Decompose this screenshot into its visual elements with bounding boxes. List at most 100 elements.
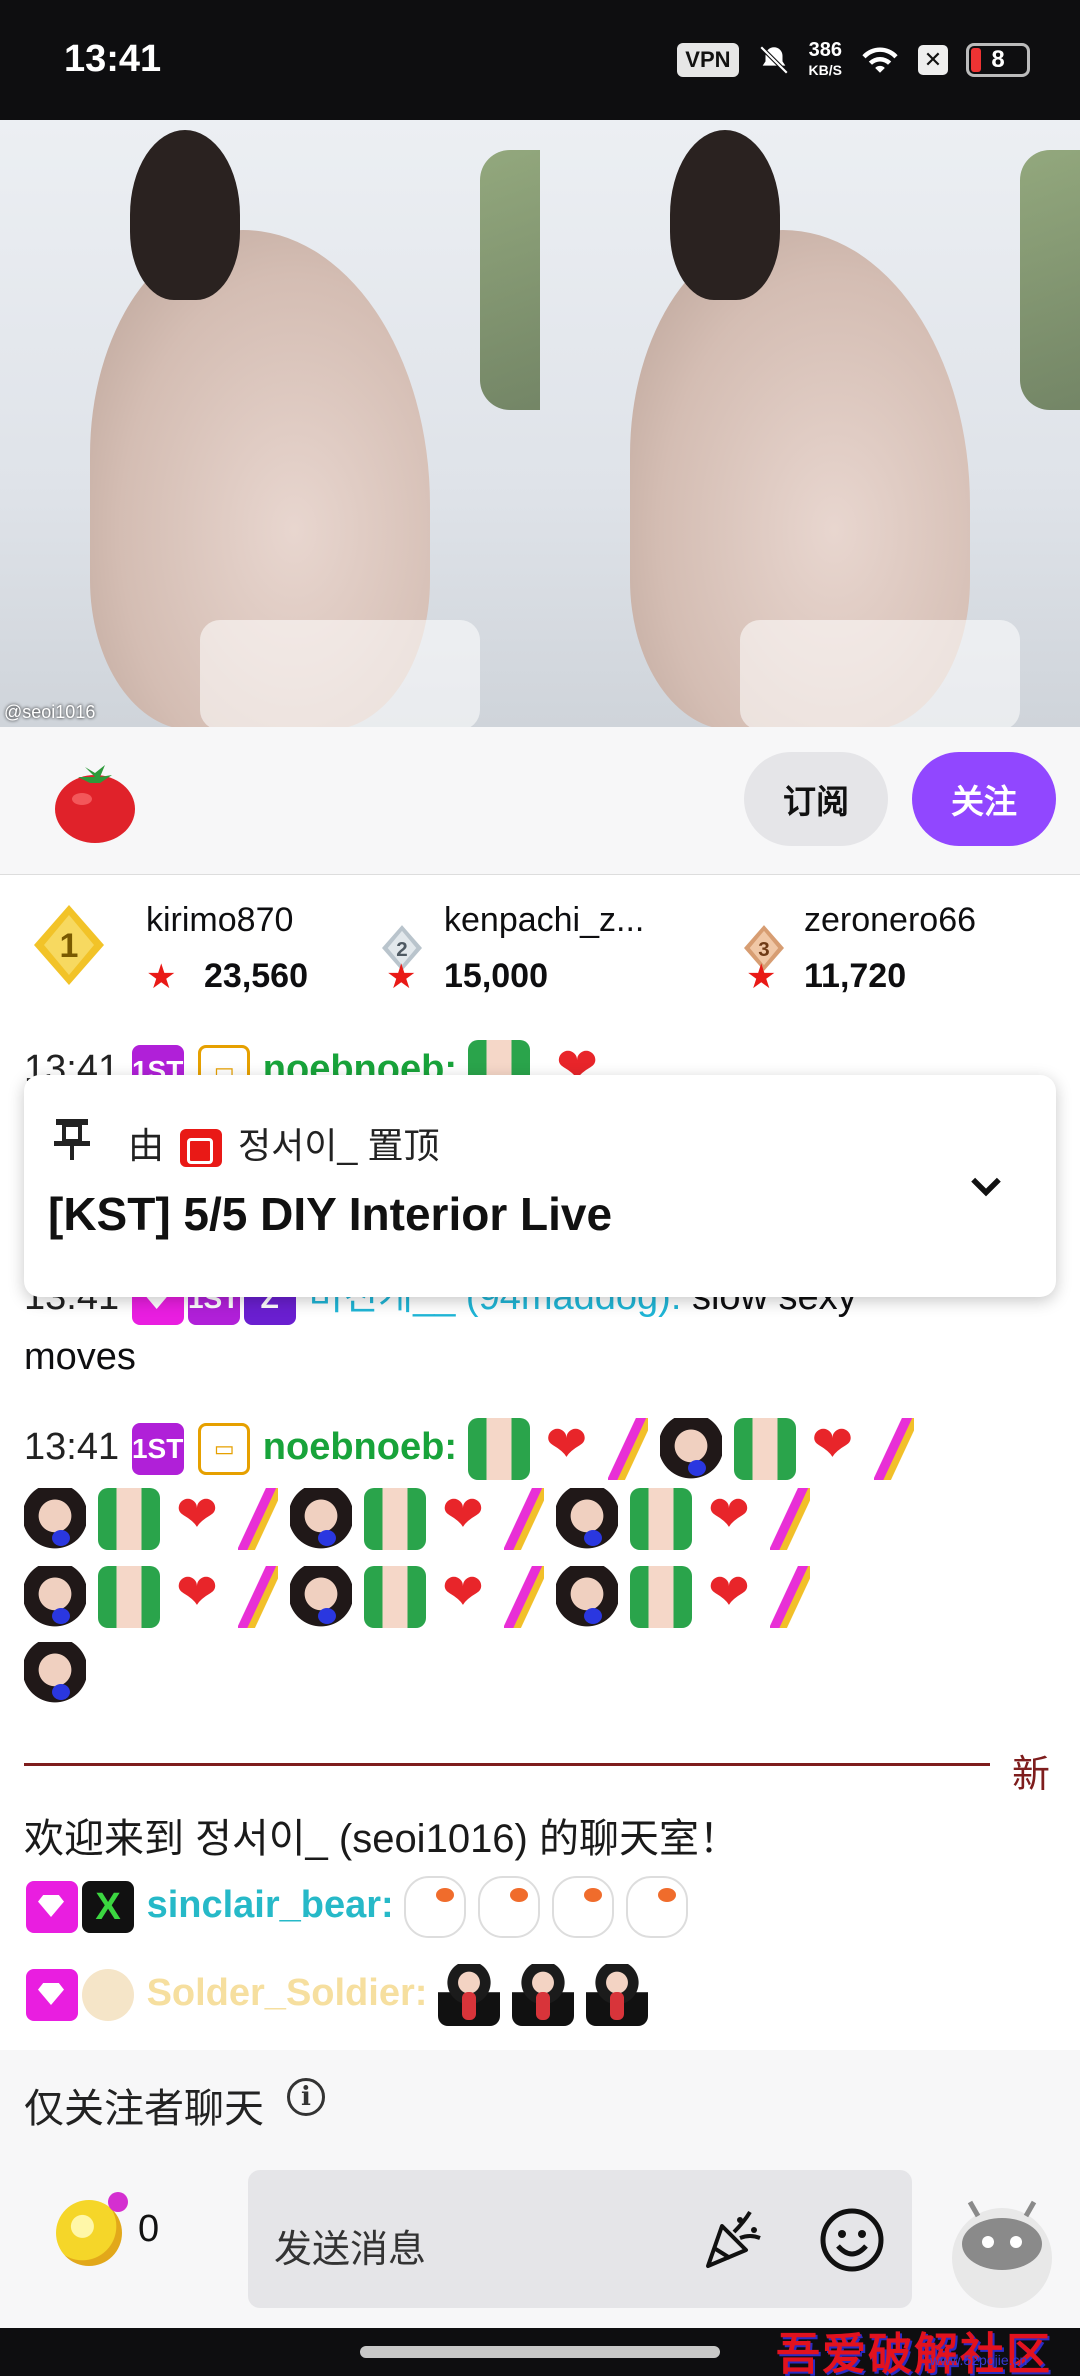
- chat-message: Solder_Soldier:: [24, 1963, 660, 2026]
- face-emote: [24, 1641, 86, 1704]
- pin-icon: [54, 1119, 90, 1160]
- chat-message: 13:41 1ST ▭ noebnoeb:: [24, 1414, 926, 1480]
- bus-badge-icon: ▭: [198, 1422, 251, 1475]
- fork-emote: [238, 1565, 278, 1628]
- party-popper-icon[interactable]: [700, 2208, 764, 2272]
- green-face-emote: [98, 1487, 160, 1550]
- pinned-by-prefix: 由: [128, 1125, 165, 1166]
- fork-emote: [873, 1417, 914, 1480]
- video-frame-right: [540, 120, 1080, 727]
- pinned-message-card[interactable]: 由 정서이_ 置顶 [KST] 5/5 DIY Interior Live: [24, 1075, 1056, 1297]
- leader-name: kirimo870: [146, 901, 294, 939]
- leaderboard: 1 kirimo870 ★ 23,560 2 kenpachi_z... ★ 1…: [0, 875, 1080, 1005]
- heart-emote: [438, 1484, 492, 1550]
- leader-name: zeronero66: [804, 901, 977, 939]
- hamster-emote: [478, 1875, 541, 1938]
- pinned-by: 由 정서이_ 置顶: [128, 1117, 439, 1169]
- status-bar: 13:41 VPN 386 KB/S ✕ 8: [0, 0, 1080, 120]
- message-input[interactable]: 发送消息: [248, 2170, 912, 2308]
- fork-emote: [504, 1487, 544, 1550]
- pray-emote: [585, 1963, 648, 2026]
- face-emote: [24, 1487, 86, 1550]
- pray-emote: [437, 1963, 500, 2026]
- rank-1-badge-icon: 1: [34, 905, 104, 985]
- heart-emote: [704, 1484, 758, 1550]
- face-emote: [24, 1565, 86, 1628]
- shell-badge-icon: [82, 1968, 134, 2021]
- follow-button[interactable]: 关注: [912, 752, 1056, 846]
- followers-only-notice: 仅关注者聊天 i: [0, 2050, 1080, 2148]
- first-badge-icon: 1ST: [131, 1422, 184, 1475]
- pray-emote: [511, 1963, 574, 2026]
- green-face-emote: [630, 1565, 692, 1628]
- pinned-by-name: 정서이_: [238, 1125, 358, 1166]
- chat-composer: 0 发送消息: [0, 2148, 1080, 2328]
- subscribe-button[interactable]: 订阅: [744, 752, 888, 846]
- vpn-icon: VPN: [677, 43, 739, 77]
- face-emote: [556, 1487, 618, 1550]
- video-frame-left: [0, 120, 540, 727]
- star-icon: ★: [146, 958, 177, 996]
- hamster-emote: [552, 1875, 615, 1938]
- info-icon[interactable]: i: [287, 2078, 325, 2116]
- gem-badge-icon: [26, 1968, 78, 2021]
- chevron-down-icon[interactable]: [964, 1165, 1008, 1209]
- tomato-icon[interactable]: [50, 757, 140, 847]
- chat-username[interactable]: noebnoeb:: [263, 1426, 457, 1468]
- chat-text-continued: moves: [24, 1336, 136, 1378]
- site-watermark-url: www.52pojie.cn: [930, 2352, 1028, 2368]
- gem-badge-icon: [26, 1880, 78, 1933]
- emote-row: [24, 1562, 822, 1628]
- face-emote: [659, 1417, 722, 1480]
- rank-number: 1: [60, 927, 79, 965]
- home-gesture-bar[interactable]: [360, 2346, 720, 2358]
- speed-unit: KB/S: [808, 62, 842, 78]
- x-badge-icon: X: [82, 1880, 134, 1933]
- wifi-icon: [862, 47, 898, 73]
- leader-score: 23,560: [204, 957, 308, 995]
- camera-icon: [180, 1129, 223, 1168]
- heart-emote: [542, 1414, 596, 1480]
- message-placeholder: 发送消息: [274, 2229, 427, 2271]
- notification-dot: [108, 2192, 128, 2212]
- channel-action-bar: 订阅 关注: [0, 727, 1080, 875]
- emoji-icon[interactable]: [818, 2206, 886, 2274]
- leader-name: kenpachi_z...: [444, 901, 645, 939]
- chat-welcome: 欢迎来到 정서이_ (seoi1016) 的聊天室！: [24, 1817, 739, 1861]
- green-face-emote: [630, 1487, 692, 1550]
- heart-emote: [172, 1484, 226, 1550]
- speed-value: 386: [808, 39, 842, 61]
- network-speed: 386 KB/S: [809, 40, 842, 80]
- emote-row: [24, 1641, 98, 1704]
- face-emote: [290, 1565, 352, 1628]
- heart-emote: [704, 1562, 758, 1628]
- chat-message: X sinclair_bear:: [24, 1875, 700, 1938]
- new-messages-divider: [24, 1763, 990, 1766]
- leader-score: 15,000: [444, 957, 548, 995]
- green-face-emote: [364, 1565, 426, 1628]
- face-emote: [556, 1565, 618, 1628]
- chat-username[interactable]: Solder_Soldier:: [147, 1972, 428, 2014]
- new-messages-label: 新: [1012, 1754, 1051, 1796]
- followers-only-text: 仅关注者聊天: [24, 2087, 264, 2131]
- hamster-emote: [404, 1875, 467, 1938]
- fork-emote: [607, 1417, 648, 1480]
- green-face-emote: [467, 1417, 530, 1480]
- hamster-emote: [626, 1875, 689, 1938]
- heart-emote: [438, 1562, 492, 1628]
- battery-icon: 8: [966, 43, 1030, 77]
- face-emote: [290, 1487, 352, 1550]
- chat-username[interactable]: sinclair_bear:: [147, 1884, 394, 1926]
- heart-emote: [172, 1562, 226, 1628]
- fork-emote: [770, 1565, 810, 1628]
- fork-emote: [238, 1487, 278, 1550]
- bits-count: 0: [138, 2208, 160, 2250]
- status-icons: VPN 386 KB/S ✕ 8: [677, 40, 1030, 80]
- star-icon: ★: [386, 958, 417, 996]
- fork-emote: [504, 1565, 544, 1628]
- mute-bell-icon: [759, 45, 788, 75]
- status-time: 13:41: [64, 38, 162, 80]
- video-player[interactable]: @seoi1016: [0, 120, 1080, 727]
- pinned-message-text: [KST] 5/5 DIY Interior Live: [48, 1188, 613, 1240]
- green-face-emote: [733, 1417, 796, 1480]
